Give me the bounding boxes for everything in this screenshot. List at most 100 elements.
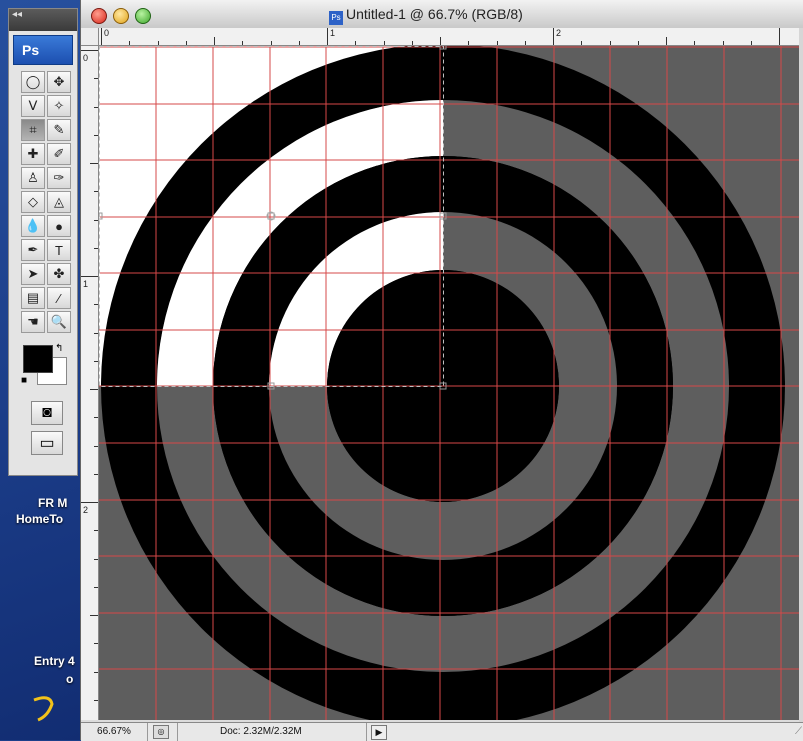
- photoshop-logo[interactable]: Ps: [13, 35, 73, 65]
- desktop-decoration: [33, 696, 54, 722]
- horizontal-ruler[interactable]: 0 1 2: [99, 28, 799, 46]
- status-menu-arrow-icon[interactable]: ▶: [371, 725, 387, 740]
- canvas-artwork: [99, 46, 799, 720]
- tools-palette: ◂◂ Ps ◯ ✥ ᐯ ✧ ⌗ ✎ ✚ ✐ ♙ ✑ ◇ ◬ 💧 ● ✒ T ➤ ✤ ▤ ⁄ ☚ 🔍 ↰ ■ ◙ ▭: [8, 8, 78, 476]
- healing-brush-tool-button[interactable]: ✚: [21, 143, 45, 165]
- pen-tool-icon: ✒: [27, 242, 39, 257]
- ruler-tick: [94, 332, 98, 334]
- desktop-icon-label[interactable]: FR M: [38, 496, 67, 510]
- zoom-tool-button[interactable]: 🔍: [47, 311, 71, 333]
- canvas-area[interactable]: [99, 46, 799, 720]
- slice-tool-button[interactable]: ✎: [47, 119, 71, 141]
- history-brush-tool-button[interactable]: ✑: [47, 167, 71, 189]
- dodge-tool-icon: ●: [55, 218, 63, 234]
- paint-bucket-tool-icon: ◬: [54, 194, 64, 209]
- default-colors-icon[interactable]: ■: [21, 375, 27, 386]
- blur-tool-button[interactable]: 💧: [21, 215, 45, 237]
- ruler-tick: [94, 586, 98, 588]
- type-tool-button[interactable]: T: [47, 239, 71, 261]
- ruler-tick: [185, 41, 187, 45]
- ruler-tick: [694, 41, 696, 45]
- ruler-tick: [214, 37, 215, 45]
- screen-mode-button[interactable]: ▭: [31, 431, 63, 455]
- ps-document-icon: Ps: [329, 11, 343, 25]
- eyedropper-tool-button[interactable]: ⁄: [47, 287, 71, 309]
- document-titlebar[interactable]: Ps Untitled-1 @ 66.7% (RGB/8): [81, 0, 803, 29]
- crop-tool-button[interactable]: ⌗: [21, 119, 45, 141]
- hand-tool-button[interactable]: ☚: [21, 311, 45, 333]
- move-tool-icon: ✥: [53, 74, 65, 89]
- ruler-tick: [101, 28, 102, 45]
- ruler-origin[interactable]: [81, 28, 99, 46]
- status-info-icon[interactable]: ◎: [153, 725, 169, 739]
- minimize-button[interactable]: [113, 8, 129, 24]
- ruler-tick: [94, 360, 98, 362]
- marquee-tool-button[interactable]: ◯: [21, 71, 45, 93]
- swap-colors-icon[interactable]: ↰: [55, 343, 63, 354]
- ruler-tick: [94, 219, 98, 221]
- vertical-scrollbar[interactable]: [799, 28, 803, 722]
- brush-tool-button[interactable]: ✐: [47, 143, 71, 165]
- ruler-tick: [468, 41, 470, 45]
- document-size-info: Doc: 2.32M/2.32M: [177, 723, 367, 741]
- collapse-icon[interactable]: ◂◂: [12, 9, 22, 20]
- ruler-tick: [94, 671, 98, 673]
- ruler-tick: [722, 41, 724, 45]
- vertical-ruler[interactable]: 0 1 2: [81, 46, 99, 720]
- ruler-tick: [81, 276, 98, 277]
- ruler-tick: [94, 530, 98, 532]
- eraser-tool-icon: ◇: [28, 194, 38, 209]
- dodge-tool-button[interactable]: ●: [47, 215, 71, 237]
- desktop-icon-label[interactable]: HomeTo: [16, 512, 63, 526]
- magic-wand-tool-icon: ✧: [53, 98, 65, 113]
- lasso-tool-button[interactable]: ᐯ: [21, 95, 45, 117]
- ruler-tick: [94, 106, 98, 108]
- notes-tool-button[interactable]: ▤: [21, 287, 45, 309]
- move-tool-button[interactable]: ✥: [47, 71, 71, 93]
- blur-tool-icon: 💧: [24, 218, 42, 233]
- ruler-tick: [90, 389, 98, 390]
- screen-mode-icon: ▭: [39, 435, 55, 452]
- healing-brush-tool-icon: ✚: [27, 146, 39, 161]
- ruler-tick: [94, 473, 98, 475]
- ruler-tick: [750, 41, 752, 45]
- zoom-level-field[interactable]: 66.67%: [81, 723, 148, 741]
- ruler-tick: [94, 643, 98, 645]
- ruler-tick: [90, 163, 98, 164]
- ruler-tick: [94, 304, 98, 306]
- marquee-tool-icon: ◯: [25, 74, 41, 89]
- path-selection-tool-button[interactable]: ➤: [21, 263, 45, 285]
- ruler-tick: [553, 28, 554, 45]
- ruler-tick: [94, 558, 98, 560]
- ruler-tick: [524, 41, 526, 45]
- ruler-tick: [94, 417, 98, 419]
- ruler-tick: [90, 615, 98, 616]
- custom-shape-tool-icon: ✤: [53, 266, 65, 281]
- resize-grip-icon[interactable]: ⟋: [795, 726, 802, 737]
- zoom-tool-icon: 🔍: [50, 314, 68, 329]
- ruler-label: 2: [556, 28, 562, 38]
- foreground-color-swatch[interactable]: [23, 345, 53, 373]
- desktop-icon-label[interactable]: Entry 4: [34, 654, 75, 668]
- zoom-window-button[interactable]: [135, 8, 151, 24]
- paint-bucket-tool-button[interactable]: ◬: [47, 191, 71, 213]
- status-bar: 66.67% ◎ Doc: 2.32M/2.32M ▶ ⟋: [81, 722, 803, 741]
- ruler-tick: [496, 41, 498, 45]
- desktop-icon-label[interactable]: o: [66, 672, 73, 686]
- ruler-tick: [270, 41, 272, 45]
- clone-stamp-tool-button[interactable]: ♙: [21, 167, 45, 189]
- quick-mask-button[interactable]: ◙: [31, 401, 63, 425]
- ruler-tick: [581, 41, 583, 45]
- close-button[interactable]: [91, 8, 107, 24]
- tools-palette-titlebar[interactable]: ◂◂: [9, 9, 77, 31]
- notes-tool-icon: ▤: [26, 290, 40, 305]
- eraser-tool-button[interactable]: ◇: [21, 191, 45, 213]
- ruler-tick: [81, 50, 98, 51]
- custom-shape-tool-button[interactable]: ✤: [47, 263, 71, 285]
- pen-tool-button[interactable]: ✒: [21, 239, 45, 261]
- color-swatches: ↰ ■: [21, 343, 69, 391]
- magic-wand-tool-button[interactable]: ✧: [47, 95, 71, 117]
- document-title-text: Untitled-1 @ 66.7% (RGB/8): [346, 6, 523, 22]
- quick-mask-icon: ◙: [42, 404, 52, 421]
- ruler-tick: [411, 41, 413, 45]
